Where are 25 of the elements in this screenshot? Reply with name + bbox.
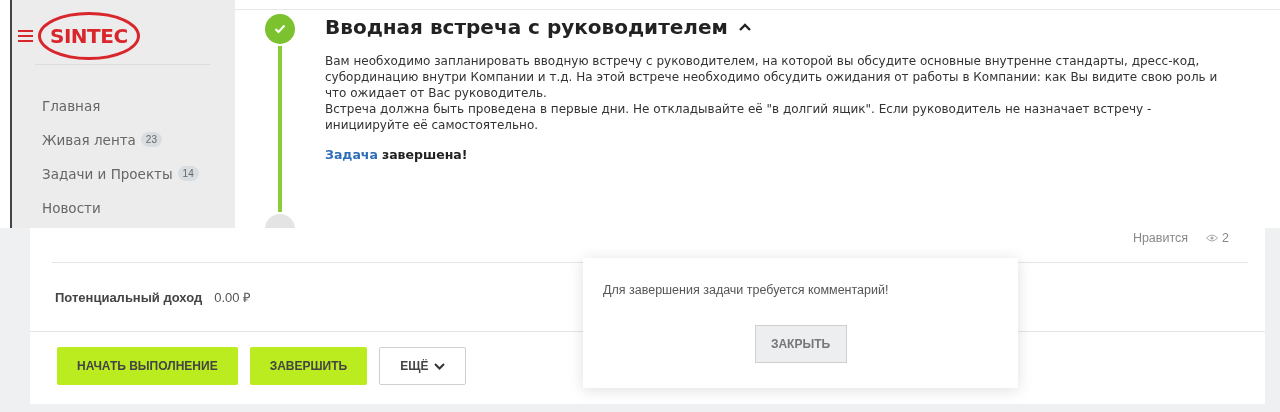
sidebar-item[interactable]: Главная <box>42 97 101 114</box>
like-link[interactable]: Нравится <box>1132 231 1189 245</box>
status-text: завершена! <box>381 147 468 162</box>
caret-icon[interactable] <box>737 22 752 32</box>
income-label: Потенциальный доход <box>55 289 203 305</box>
chevron-icon <box>434 362 446 370</box>
count-badge: 14 <box>177 166 199 181</box>
task-title: Вводная встреча с руководителем <box>325 15 728 39</box>
close-button[interactable]: ЗАКРЫТЬ <box>754 325 847 363</box>
action-button[interactable]: ЗАВЕРШИТЬ <box>249 347 368 385</box>
logo[interactable]: SINTEC <box>38 12 140 60</box>
count-badge: 23 <box>140 132 162 147</box>
action-button[interactable]: НАЧАТЬ ВЫПОЛНЕНИЕ <box>57 347 238 385</box>
sidebar-item[interactable]: Живая лента <box>42 131 136 148</box>
sidebar-item[interactable]: Задачи и Проекты <box>42 165 173 182</box>
menu-icon[interactable] <box>18 30 33 42</box>
dialog-message: Для завершения задачи требуется комментарий! <box>603 283 889 297</box>
more-dropdown[interactable]: ЕЩЁ <box>379 347 467 385</box>
sidebar-item[interactable]: Новости <box>42 199 101 216</box>
task-description: Встреча должна быть проведена в первые дни. Не откладывайте её "в долгий ящик". Если руководитель не назначает встречу - инициируйте её самостоятельно. <box>325 101 1153 133</box>
task-description: Вам необходимо запланировать вводную встречу с руководителем, на которой вы обсудите основные внутренне стандарты, дресс-код, субординацию внутри Компании и т.д. На этой встрече необходимо обсудить ожидания от работы в Компании: как Вы видите свою роль и что ожидает от Вас руководитель. <box>325 53 1219 101</box>
view-count: 2 <box>1222 231 1229 245</box>
income-value: 0.00 ₽ <box>214 289 252 306</box>
eye-icon <box>1206 234 1219 242</box>
task-link[interactable]: Задача <box>325 147 378 162</box>
